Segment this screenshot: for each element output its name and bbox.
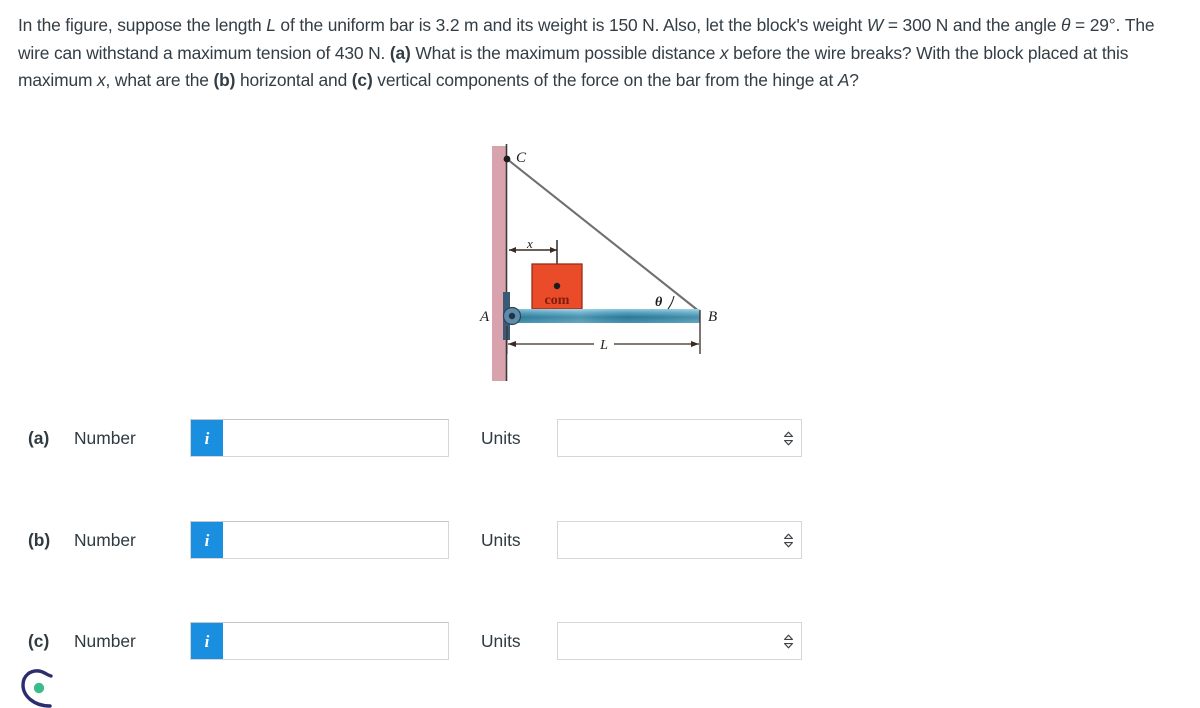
- figure-svg: C x com A B θ L: [479, 144, 717, 381]
- part-label-b: (b): [213, 70, 236, 90]
- problem-line-1-part-b: of the uniform bar is 3.2 m and its weig…: [275, 15, 867, 35]
- label-angle-theta: θ: [655, 295, 663, 310]
- problem-line-1-part-c: = 300 N: [883, 15, 949, 35]
- answer-a-units-select[interactable]: [557, 419, 802, 457]
- variable-x-2: x: [97, 70, 106, 90]
- problem-line-3-part-c: horizontal and: [235, 70, 352, 90]
- info-icon[interactable]: i: [191, 420, 223, 456]
- chevron-updown-icon[interactable]: [775, 533, 801, 548]
- answer-row-a-units-label: Units: [481, 427, 521, 448]
- answer-b-input[interactable]: [223, 522, 448, 558]
- answer-c-input[interactable]: [223, 623, 448, 659]
- problem-line-1-part-a: In the figure, suppose the length: [18, 15, 267, 35]
- label-point-a: A: [479, 309, 490, 325]
- answer-row-c-units-label: Units: [481, 630, 521, 651]
- variable-W: W: [866, 15, 884, 35]
- physics-figure: C x com A B θ L: [470, 140, 750, 390]
- center-of-mass-dot: [553, 282, 561, 290]
- part-label-a: (a): [389, 42, 411, 63]
- variable-x-1: x: [719, 42, 729, 63]
- problem-line-2-part-a: and the angle: [952, 15, 1062, 35]
- problem-line-3-part-d: vertical: [372, 70, 432, 90]
- part-label-c: (c): [351, 70, 373, 90]
- angle-arc: [667, 295, 675, 310]
- answer-b-units-select[interactable]: [557, 521, 802, 559]
- wire-anchor-point-c: [503, 155, 511, 163]
- problem-statement: In the figure, suppose the length L of t…: [18, 12, 1173, 95]
- answer-a-number-field[interactable]: i: [190, 419, 449, 457]
- variable-L: L: [266, 15, 276, 35]
- answer-row-a: (a) Number i Units: [0, 418, 1200, 458]
- label-point-b: B: [708, 309, 717, 325]
- answer-row-a-label: (a): [28, 427, 50, 448]
- chevron-updown-glyph: [783, 634, 793, 648]
- label-point-c: C: [516, 150, 527, 166]
- answer-a-input[interactable]: [223, 420, 448, 456]
- answer-c-units-select[interactable]: [557, 622, 802, 660]
- L-dimension-arrow-right: [691, 341, 699, 347]
- L-dimension-arrow-left: [508, 341, 516, 347]
- answer-b-number-field[interactable]: i: [190, 521, 449, 559]
- brand-logo-partial[interactable]: [20, 668, 80, 708]
- chevron-updown-glyph: [783, 533, 793, 547]
- answer-row-b-label: (b): [28, 529, 51, 550]
- answer-row-b: (b) Number i Units: [0, 520, 1200, 560]
- uniform-bar-sheen: [507, 309, 700, 323]
- info-icon[interactable]: i: [191, 623, 223, 659]
- problem-line-2-part-c: What is the maximum possible distance: [410, 42, 720, 63]
- label-dimension-L: L: [599, 338, 608, 353]
- hinge-pin-inner: [508, 312, 516, 320]
- answer-row-c: (c) Number i Units: [0, 621, 1200, 661]
- x-dimension-arrow-right: [550, 247, 557, 253]
- answer-row-a-number-label: Number: [74, 427, 136, 448]
- answer-c-number-field[interactable]: i: [190, 622, 449, 660]
- chevron-updown-icon[interactable]: [775, 431, 801, 446]
- info-icon[interactable]: i: [191, 522, 223, 558]
- variable-A: A: [837, 70, 850, 90]
- problem-line-4-part-a: components of the force on the bar from …: [435, 70, 838, 90]
- x-dimension-arrow-left: [509, 247, 516, 253]
- chevron-updown-glyph: [783, 431, 793, 445]
- answer-row-b-number-label: Number: [74, 529, 136, 550]
- answer-row-b-units-label: Units: [481, 529, 521, 550]
- brand-logo-icon: [21, 669, 53, 708]
- wall-surface: [492, 146, 506, 381]
- variable-theta: θ: [1061, 15, 1071, 35]
- answer-row-c-number-label: Number: [74, 630, 136, 651]
- problem-line-4-part-b: ?: [849, 70, 859, 90]
- answer-row-c-label: (c): [28, 630, 50, 651]
- label-com: com: [545, 293, 570, 308]
- problem-line-3-part-b: , what are the: [105, 70, 214, 90]
- chevron-updown-icon[interactable]: [775, 634, 801, 649]
- label-dimension-x: x: [526, 236, 533, 251]
